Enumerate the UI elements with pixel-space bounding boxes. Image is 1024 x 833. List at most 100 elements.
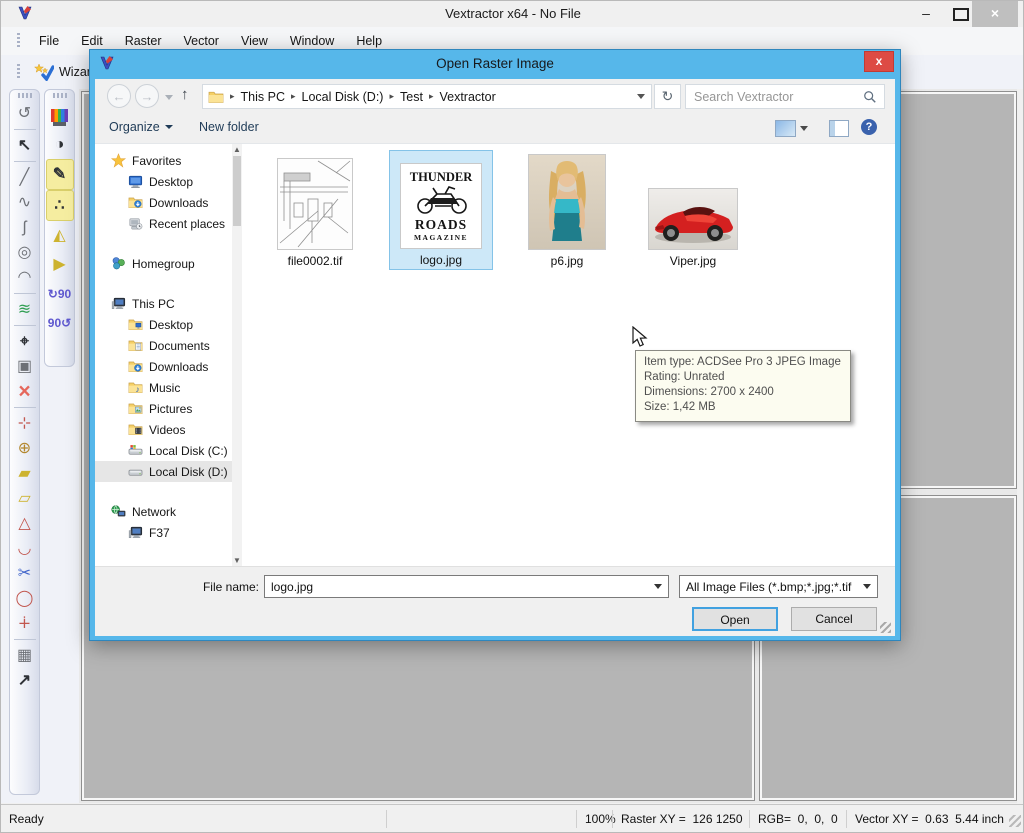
sidebar-item-label: Documents (149, 338, 210, 353)
menu-item[interactable]: File (28, 30, 70, 52)
sidebar-item-local-disk-c[interactable]: Local Disk (C:) (95, 440, 232, 461)
file-name-label: p6.jpg (550, 254, 584, 268)
rotate-90-cw-tool-button[interactable]: ↻90 (47, 279, 73, 308)
undo-tool-button[interactable]: ↺ (12, 101, 38, 126)
copy-object-tool-button[interactable]: ▣ (12, 354, 38, 379)
close-button[interactable]: × (972, 1, 1018, 27)
cancel-button[interactable]: Cancel (791, 607, 877, 631)
sidebar-scrollbar[interactable]: ▲ ▼ (232, 144, 242, 566)
sidebar-item-pictures[interactable]: Pictures (95, 398, 232, 419)
dialog-resize-grip[interactable] (880, 622, 891, 633)
sidebar-item-homegroup[interactable]: Homegroup (95, 253, 232, 274)
sidebar-item-this-pc[interactable]: This PC (95, 293, 232, 314)
refresh-button[interactable]: ↻ (654, 84, 681, 109)
remove-dots-tool-button[interactable]: ∴ (45, 190, 74, 221)
move-node-tool-button[interactable]: ⊹ (12, 411, 38, 436)
color-palette-tool-button[interactable] (47, 101, 73, 130)
toolbar-separator[interactable] (13, 639, 36, 640)
sidebar-item-desktop[interactable]: Desktop (95, 314, 232, 335)
erase-segment-tool-button[interactable]: ▱ (12, 486, 38, 511)
breadcrumb-segment[interactable]: This PC (241, 90, 285, 104)
new-folder-button[interactable]: New folder (199, 120, 259, 134)
draw-spline-tool-button[interactable]: ʃ (12, 215, 38, 240)
draw-arc-tool-button[interactable]: ◠ (12, 265, 38, 290)
toolbar-separator[interactable] (13, 129, 36, 130)
draw-circle-tool-button[interactable]: ◎ (12, 240, 38, 265)
add-vertex-tool-button[interactable]: △ (12, 511, 38, 536)
toolbar-drag-grip[interactable] (17, 33, 20, 49)
file-name-input[interactable]: logo.jpg (264, 575, 669, 598)
snap-tool-button[interactable]: ↗ (12, 668, 38, 693)
add-circle-tool-button[interactable]: ◯ (12, 586, 38, 611)
up-one-level-button[interactable]: ↑ (181, 86, 189, 103)
forward-button[interactable]: → (135, 84, 159, 108)
mirror-vertical-tool-button[interactable]: ◭ (47, 221, 73, 250)
sidebar-item-documents[interactable]: Documents (95, 335, 232, 356)
sidebar-item-favorites[interactable]: Favorites (95, 150, 232, 171)
draw-polyline-tool-button[interactable]: ∿ (12, 190, 38, 215)
toolbar-separator[interactable] (13, 325, 36, 326)
chevron-down-icon[interactable] (863, 584, 871, 589)
preview-pane-button[interactable] (829, 120, 849, 137)
breadcrumb-segment[interactable]: Test (400, 90, 423, 104)
sidebar-item-downloads[interactable]: Downloads (95, 356, 232, 377)
file-tile-viper[interactable]: Viper.jpg (641, 150, 745, 270)
toolbar-separator[interactable] (13, 407, 36, 408)
recent-locations-dropdown-icon[interactable] (165, 95, 173, 100)
invert-raster-tool-button[interactable]: ◑ (47, 130, 73, 159)
search-input[interactable]: Search Vextractor (685, 84, 885, 109)
toolbar-separator[interactable] (13, 293, 36, 294)
cut-tool-button[interactable]: ✂ (12, 561, 38, 586)
eraser-tool-button[interactable]: ▰ (12, 461, 38, 486)
pan-tool-button[interactable]: ⌖ (12, 329, 38, 354)
breadcrumb-segment[interactable]: Vextractor (439, 90, 495, 104)
sidebar-item-desktop-favorite[interactable]: Desktop (95, 171, 232, 192)
dialog-close-button[interactable]: x (864, 51, 894, 72)
add-arc-tool-button[interactable]: ◡ (12, 536, 38, 561)
sidebar-item-network[interactable]: Network (95, 501, 232, 522)
grid-tool-button[interactable]: ▦ (12, 643, 38, 668)
file-tile-p6[interactable]: p6.jpg (515, 150, 619, 270)
mirror-horizontal-tool-button[interactable]: ▶ (47, 250, 73, 279)
draw-line-tool-button[interactable]: ╱ (12, 165, 38, 190)
breadcrumb[interactable]: ▸ This PC ▸ Local Disk (D:) ▸ Test ▸ Vex… (202, 84, 652, 109)
toolbar-drag-grip[interactable] (17, 64, 20, 80)
file-tile-logo[interactable]: THUNDER ROADS MAGAZINE logo.jpg (389, 150, 493, 270)
scroll-down-icon[interactable]: ▼ (232, 556, 242, 565)
organize-button[interactable]: Organize (109, 120, 173, 134)
scrollbar-thumb[interactable] (233, 156, 241, 226)
sidebar-item-f37[interactable]: F37 (95, 522, 232, 543)
file-type-select[interactable]: All Image Files (*.bmp;*.jpg;*.tif (679, 575, 878, 598)
change-view-button[interactable] (775, 120, 796, 137)
toolbar-drag-grip[interactable] (52, 93, 67, 98)
sidebar-item-local-disk-d[interactable]: Local Disk (D:) (95, 461, 232, 482)
trace-lines-tool-button[interactable]: ≋ (12, 297, 38, 322)
sidebar-item-music[interactable]: Music (95, 377, 232, 398)
sidebar-item-label: Desktop (149, 317, 194, 332)
toolbar-separator[interactable] (13, 161, 36, 162)
rotate-90-ccw-tool-button[interactable]: 90↺ (47, 308, 73, 337)
sidebar-item-downloads-favorite[interactable]: Downloads (95, 192, 232, 213)
toolbar-drag-grip[interactable] (17, 93, 32, 98)
chevron-down-icon[interactable] (654, 584, 662, 589)
view-dropdown-icon[interactable] (800, 126, 808, 131)
maximize-button[interactable] (953, 8, 969, 21)
open-button[interactable]: Open (692, 607, 778, 631)
sidebar-item-videos[interactable]: Videos (95, 419, 232, 440)
despeckle-tool-button[interactable]: ✎ (45, 159, 74, 190)
help-button[interactable]: ? (861, 119, 877, 135)
window-resize-grip[interactable] (1009, 815, 1021, 827)
minimize-button[interactable]: – (913, 3, 939, 25)
back-button[interactable]: ← (107, 84, 131, 108)
address-dropdown-icon[interactable] (637, 94, 645, 99)
split-segment-tool-button[interactable]: ∔ (12, 611, 38, 636)
file-tile-file0002[interactable]: file0002.tif (263, 150, 367, 270)
delete-tool-button[interactable]: × (12, 379, 38, 404)
select-tool-button[interactable]: ↖ (12, 133, 38, 158)
breadcrumb-segment[interactable]: Local Disk (D:) (302, 90, 384, 104)
status-bar: Ready 100% Raster XY = 126 1250 RGB= 0, … (1, 804, 1023, 832)
svg-text:MAGAZINE: MAGAZINE (414, 233, 468, 242)
move-center-tool-button[interactable]: ⊕ (12, 436, 38, 461)
scroll-up-icon[interactable]: ▲ (232, 145, 242, 154)
sidebar-item-recent-places[interactable]: Recent places (95, 213, 232, 234)
